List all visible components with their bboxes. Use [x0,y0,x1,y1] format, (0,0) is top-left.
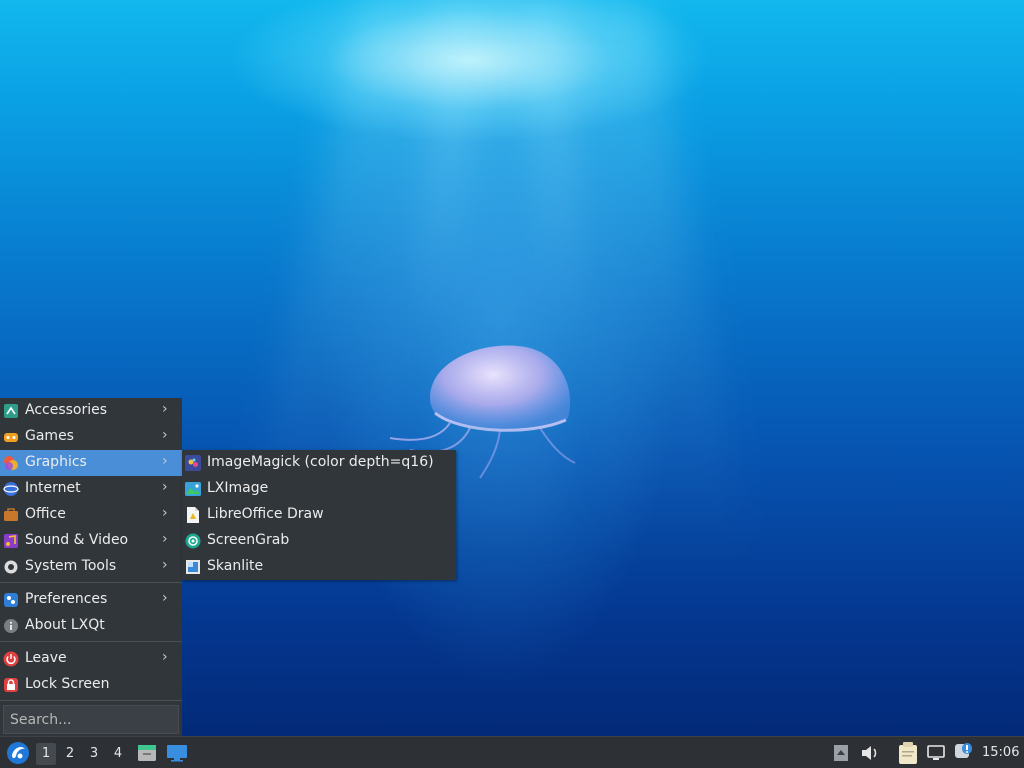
menu-search-box [3,705,179,734]
imagemagick-icon [185,455,201,471]
games-icon [4,433,18,442]
internet-icon [3,482,19,496]
submenu-item-skanlite[interactable]: Skanlite [182,554,456,580]
submenu-item-screengrab[interactable]: ScreenGrab [182,528,456,554]
menu-item-label: Accessories [25,402,108,418]
start-menu-icon[interactable] [6,741,30,765]
desktop-switch-1[interactable]: 1 [36,743,56,765]
desktop-switch-4[interactable]: 4 [108,743,128,765]
submenu-item-lximage[interactable]: LXImage [182,476,456,502]
menu-item-leave[interactable]: Leave › [0,646,182,672]
chevron-right-icon: › [162,427,168,443]
office-icon [4,508,18,521]
graphics-submenu: ImageMagick (color depth=q16) LXImage Li… [182,450,456,580]
info-icon [4,619,18,633]
chevron-right-icon: › [162,557,168,573]
volume-icon[interactable] [860,744,880,762]
menu-item-label: Office [25,506,66,522]
submenu-item-label: ImageMagick (color depth=q16) [207,454,434,470]
chevron-right-icon: › [162,649,168,665]
menu-item-games[interactable]: Games › [0,424,182,450]
submenu-item-label: LibreOffice Draw [207,506,324,522]
update-notifier-icon[interactable] [954,742,976,762]
screengrab-icon [185,533,201,549]
graphics-icon [4,456,18,470]
skanlite-icon [186,560,200,574]
preferences-icon [4,593,18,607]
submenu-item-libreoffice-draw[interactable]: LibreOffice Draw [182,502,456,528]
taskbar: 1 2 3 4 15:06 [0,736,1024,768]
menu-item-office[interactable]: Office › [0,502,182,528]
network-icon[interactable] [927,744,945,762]
chevron-right-icon: › [162,531,168,547]
menu-item-label: Preferences [25,591,108,607]
submenu-item-label: LXImage [207,480,269,496]
lximage-icon [185,482,201,496]
menu-item-label: Internet [25,480,81,496]
show-desktop-icon[interactable] [166,743,188,763]
multimedia-icon [4,534,18,548]
main-menu: Accessories › Games › Graphics › Interne… [0,398,182,736]
power-icon [3,651,19,667]
menu-item-label: Leave [25,650,67,666]
menu-item-label: Graphics [25,454,87,470]
clock[interactable]: 15:06 [982,745,1019,760]
menu-item-label: Games [25,428,74,444]
tray-expand-icon[interactable] [833,744,849,762]
chevron-right-icon: › [162,453,168,469]
menu-item-internet[interactable]: Internet › [0,476,182,502]
desktop-switch-2[interactable]: 2 [60,743,80,765]
libreoffice-draw-icon [187,507,199,523]
file-manager-icon[interactable] [137,743,157,763]
menu-separator [0,582,182,583]
chevron-right-icon: › [162,479,168,495]
menu-item-graphics[interactable]: Graphics › [0,450,182,476]
menu-item-accessories[interactable]: Accessories › [0,398,182,424]
chevron-right-icon: › [162,590,168,606]
menu-item-sound-video[interactable]: Sound & Video › [0,528,182,554]
menu-item-about-lxqt[interactable]: About LXQt [0,613,182,639]
chevron-right-icon: › [162,505,168,521]
desktop-switch-3[interactable]: 3 [84,743,104,765]
accessories-icon [4,404,18,418]
menu-item-label: Lock Screen [25,676,110,692]
submenu-item-imagemagick[interactable]: ImageMagick (color depth=q16) [182,450,456,476]
menu-separator [0,700,182,701]
menu-item-label: Sound & Video [25,532,129,548]
menu-item-preferences[interactable]: Preferences › [0,587,182,613]
menu-item-lock-screen[interactable]: Lock Screen [0,672,182,698]
submenu-item-label: ScreenGrab [207,532,290,548]
menu-item-system-tools[interactable]: System Tools › [0,554,182,580]
clipboard-icon[interactable] [897,741,919,765]
submenu-item-label: Skanlite [207,558,264,574]
menu-separator [0,641,182,642]
lock-icon [4,678,18,692]
chevron-right-icon: › [162,401,168,417]
system-tools-icon [4,560,18,574]
menu-item-label: About LXQt [25,617,105,633]
menu-item-label: System Tools [25,558,117,574]
search-input[interactable] [4,706,178,733]
